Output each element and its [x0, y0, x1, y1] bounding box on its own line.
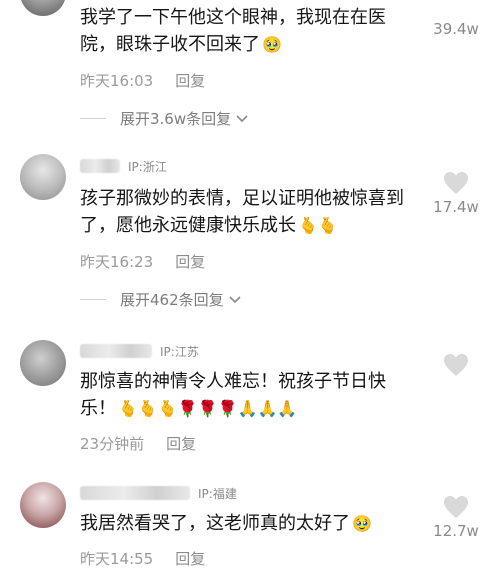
ip-location: IP:福建 — [198, 486, 237, 501]
comment-meta: 昨天14:55 回复 — [80, 548, 205, 569]
emoji: 🫰🫰🫰🌹🌹🌹🙏🙏🙏 — [118, 399, 298, 418]
like-button[interactable]: 17.4w — [427, 170, 485, 216]
ip-location: IP:浙江 — [128, 159, 167, 174]
chevron-down-icon — [229, 295, 241, 303]
divider — [80, 299, 106, 300]
reply-button[interactable]: 回复 — [175, 251, 205, 272]
reply-button[interactable]: 回复 — [166, 433, 196, 454]
like-count: 39.4w — [433, 20, 479, 38]
ip-location: IP:江苏 — [160, 344, 199, 359]
comment-text: 孩子那微妙的表情，足以证明他被惊喜到了，愿他永远健康快乐成长 🫰🫰 — [80, 185, 410, 239]
emoji: 🥹 — [352, 514, 372, 533]
reply-button[interactable]: 回复 — [175, 548, 205, 569]
user-row: IP:福建 — [80, 484, 237, 502]
comment-time: 昨天16:03 — [80, 72, 154, 90]
comment-meta: 昨天16:23 回复 — [80, 251, 205, 272]
expand-replies-button[interactable]: 展开462条回复 — [80, 289, 242, 310]
like-button[interactable] — [427, 352, 485, 378]
avatar[interactable] — [20, 482, 66, 528]
expand-replies-label: 展开3.6w条回复 — [120, 110, 232, 128]
heart-icon — [444, 354, 468, 376]
user-row: IP:浙江 — [80, 157, 167, 175]
expand-replies-button[interactable]: 展开3.6w条回复 — [80, 108, 249, 129]
reply-button[interactable]: 回复 — [175, 70, 205, 91]
comment-time: 23分钟前 — [80, 435, 145, 453]
expand-replies-label: 展开462条回复 — [120, 291, 224, 309]
comment-text: 那惊喜的神情令人难忘！祝孩子节日快乐！ 🫰🫰🫰🌹🌹🌹🙏🙏🙏 — [80, 368, 410, 422]
username[interactable] — [80, 159, 120, 173]
like-count: 17.4w — [433, 198, 479, 216]
comment-time: 昨天16:23 — [80, 253, 154, 271]
like-count: 12.7w — [433, 522, 479, 540]
like-button[interactable]: 12.7w — [427, 494, 485, 540]
comment-time: 昨天14:55 — [80, 550, 154, 568]
chevron-down-icon — [236, 114, 248, 122]
comment-text: 我学了一下午他这个眼神，我现在在医院，眼珠子收不回来了 🥹 — [80, 4, 410, 58]
comment-meta: 昨天16:03 回复 — [80, 70, 205, 91]
comment-text: 我居然看哭了，这老师真的太好了 🥹 — [80, 510, 420, 537]
emoji: 🥹 — [262, 35, 282, 54]
user-row: IP:江苏 — [80, 342, 199, 360]
avatar[interactable] — [20, 154, 66, 200]
heart-icon — [444, 172, 468, 194]
avatar[interactable] — [20, 340, 66, 386]
heart-icon — [444, 496, 468, 518]
username[interactable] — [80, 344, 152, 358]
avatar[interactable] — [20, 0, 66, 16]
divider — [80, 118, 106, 119]
like-button[interactable]: 39.4w — [427, 0, 485, 38]
comment-meta: 23分钟前 回复 — [80, 433, 196, 454]
username[interactable] — [80, 486, 190, 500]
emoji: 🫰🫰 — [298, 216, 338, 235]
